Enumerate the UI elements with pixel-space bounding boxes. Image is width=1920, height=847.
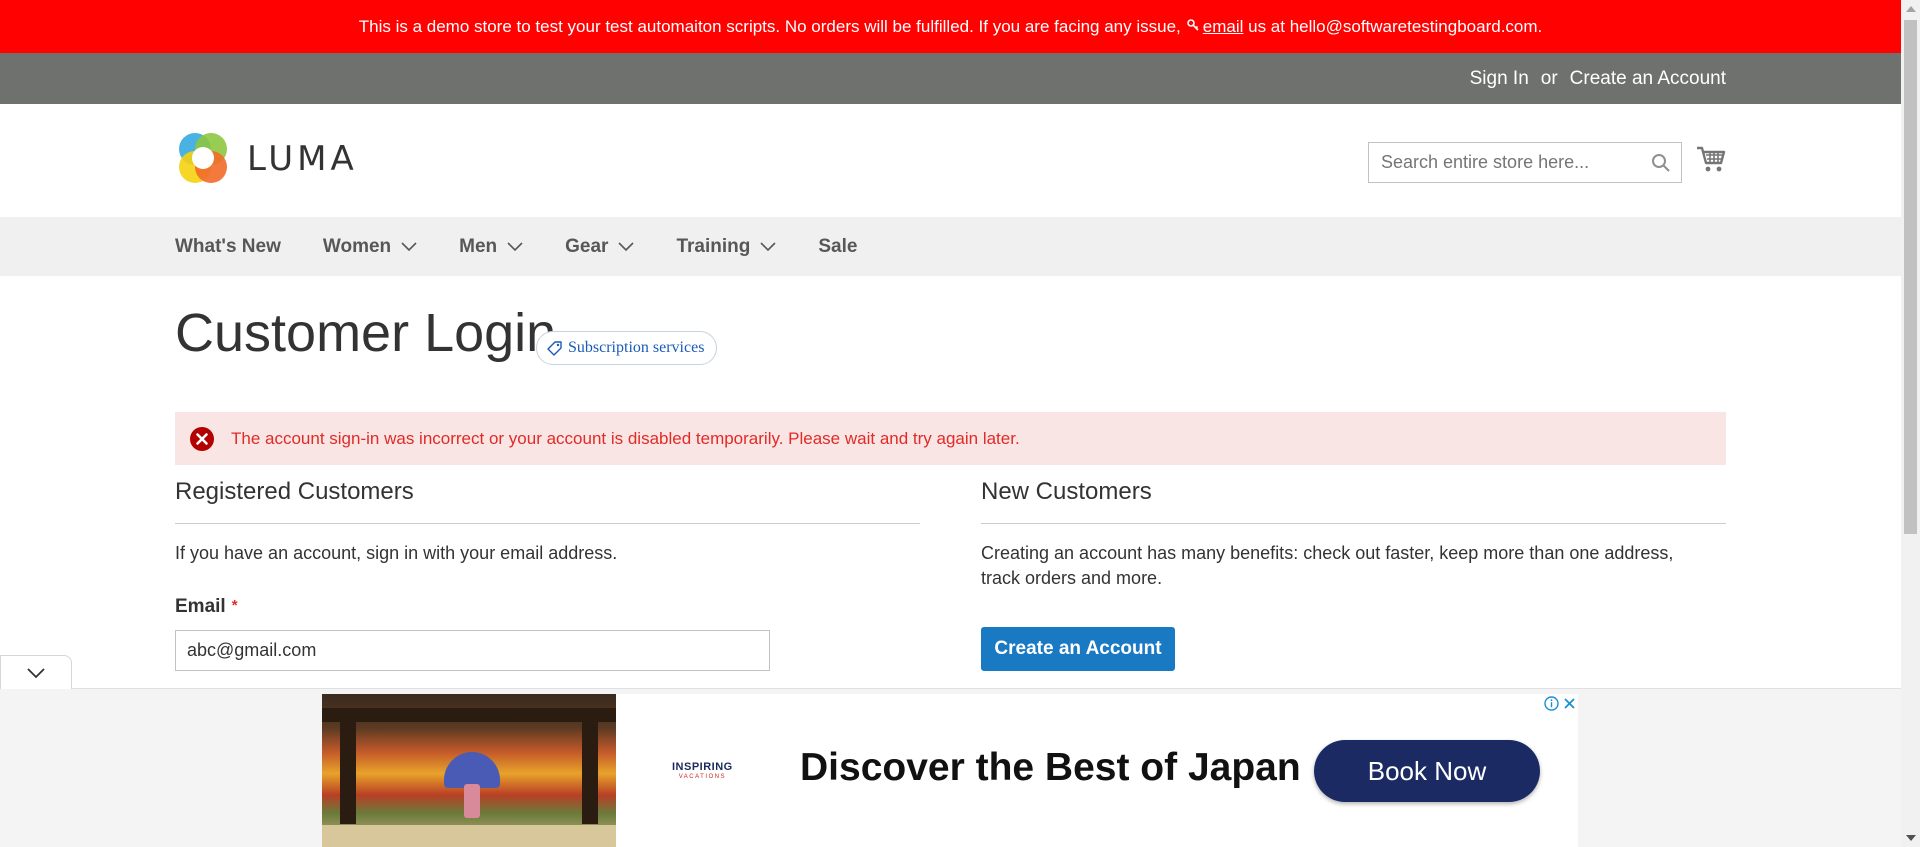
email-field[interactable] [175, 630, 770, 671]
chevron-down-icon [507, 241, 523, 251]
email-label-text: Email [175, 596, 226, 617]
or-separator: or [1540, 67, 1558, 89]
error-icon [190, 426, 214, 451]
required-mark: * [231, 597, 238, 614]
search-box [1368, 142, 1682, 183]
sign-in-link[interactable]: Sign In [1470, 68, 1529, 90]
error-message: The account sign-in was incorrect or you… [175, 412, 1726, 465]
ad-brand-sub: VACATIONS [678, 774, 727, 780]
vertical-scrollbar[interactable] [1901, 0, 1920, 847]
notice-email-link[interactable]: email [1203, 17, 1244, 37]
ad-brand-logo: INSPIRING VACATIONS [672, 761, 733, 781]
ad-image [322, 694, 616, 847]
search-icon[interactable] [1651, 153, 1671, 173]
chevron-down-icon [760, 241, 776, 251]
new-customers-title: New Customers [981, 478, 1726, 524]
main-navigation: What's New Women Men Gear Training Sale [0, 217, 1901, 276]
registered-customers-text: If you have an account, sign in with you… [175, 543, 618, 563]
ad-brand-name: INSPIRING [672, 761, 733, 773]
nav-item-gear[interactable]: Gear [565, 235, 635, 258]
nav-list: What's New Women Men Gear Training Sale [175, 217, 899, 276]
chevron-down-icon [27, 668, 45, 679]
registered-customers-block: Registered Customers If you have an acco… [175, 478, 920, 566]
ad-book-now-button[interactable]: Book Now [1314, 740, 1540, 802]
demo-notice-bar: This is a demo store to test your test a… [0, 0, 1901, 53]
luma-logo-icon [175, 131, 231, 187]
close-icon[interactable] [1562, 696, 1577, 711]
nav-item-label: Men [459, 235, 498, 257]
ad-collapse-toggle[interactable] [0, 655, 72, 689]
nav-item-whats-new[interactable]: What's New [175, 236, 281, 258]
nav-item-training[interactable]: Training [676, 236, 776, 258]
tag-icon [547, 340, 562, 356]
new-customers-block: New Customers Creating an account has ma… [981, 478, 1726, 591]
top-panel: Sign In or Create an Account [0, 53, 1901, 104]
chevron-down-icon [618, 241, 635, 251]
subscription-services-badge[interactable]: Subscription services [536, 331, 718, 365]
ad-headline: Discover the Best of Japan [800, 746, 1301, 789]
page-title: Customer Login [175, 303, 557, 363]
nav-item-sale[interactable]: Sale [818, 236, 857, 258]
nav-item-label: Women [322, 235, 392, 257]
scroll-thumb[interactable] [1904, 20, 1917, 534]
new-customers-text: Creating an account has many benefits: c… [981, 543, 1674, 588]
error-text: The account sign-in was incorrect or you… [231, 428, 1020, 448]
email-label: Email * [175, 596, 238, 618]
nav-item-label: What's New [175, 235, 281, 257]
nav-item-label: Gear [565, 235, 609, 257]
nav-item-label: Sale [818, 235, 858, 257]
cart-icon[interactable] [1696, 144, 1726, 174]
site-header: LUMA [0, 104, 1901, 217]
registered-customers-title: Registered Customers [175, 478, 920, 524]
logo[interactable]: LUMA [175, 131, 358, 187]
create-account-button[interactable]: Create an Account [981, 627, 1175, 671]
nav-item-men[interactable]: Men [459, 236, 523, 258]
key-icon [1186, 19, 1199, 34]
chevron-down-icon [401, 241, 417, 251]
nav-item-label: Training [676, 235, 751, 257]
header-links: Sign In or Create an Account [1470, 53, 1726, 104]
demo-notice-text-end: us at hello@softwaretestingboard.com. [1243, 16, 1543, 36]
demo-notice-text: This is a demo store to test your test a… [358, 16, 1181, 36]
scroll-up-arrow-icon[interactable] [1906, 6, 1916, 12]
ad-banner[interactable]: INSPIRING VACATIONS Discover the Best of… [322, 694, 1578, 847]
info-icon[interactable] [1544, 696, 1559, 711]
search-input[interactable] [1369, 143, 1639, 182]
nav-item-women[interactable]: Women [323, 236, 417, 258]
badge-label: Subscription services [568, 339, 705, 356]
scroll-down-arrow-icon[interactable] [1906, 835, 1916, 841]
create-account-link[interactable]: Create an Account [1570, 68, 1726, 90]
logo-text: LUMA [247, 139, 358, 179]
